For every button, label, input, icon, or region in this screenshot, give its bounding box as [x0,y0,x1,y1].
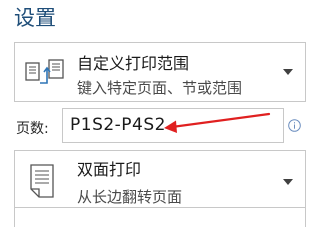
duplex-subtitle: 从长边翻转页面 [77,188,183,206]
duplex-dropdown[interactable]: 双面打印 从长边翻转页面 [14,150,306,213]
print-range-subtitle: 键入特定页面、节或范围 [77,79,243,97]
chevron-down-icon[interactable] [283,178,293,185]
duplex-title: 双面打印 [77,160,142,179]
pages-input-value[interactable]: P1S2-P4S2 [70,115,166,135]
info-icon[interactable] [288,119,301,132]
duplex-icon [30,164,54,198]
next-setting-dropdown[interactable] [14,207,306,227]
pages-label: 页数: [16,121,49,137]
annotation-arrow-icon [164,112,271,133]
print-range-title: 自定义打印范围 [77,54,190,73]
print-range-dropdown[interactable]: 自定义打印范围 键入特定页面、节或范围 [14,42,306,102]
chevron-down-icon[interactable] [283,69,293,75]
settings-title: 设置 [14,6,56,30]
custom-range-icon [25,59,64,84]
